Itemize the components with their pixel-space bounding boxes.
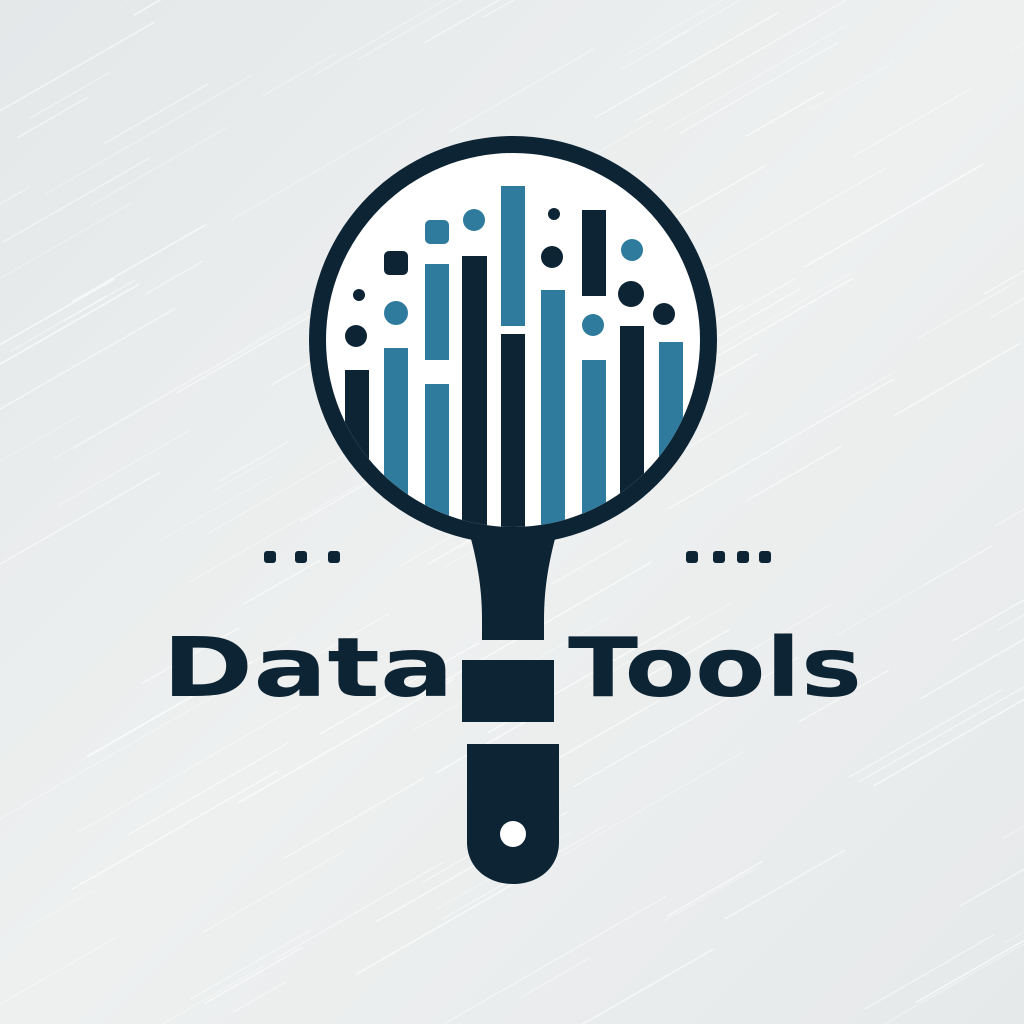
chart-bar [582,210,606,296]
wordmark-tools: Tools [568,621,862,716]
data-tools-logo: Data Tools [162,136,862,884]
chart-dot [582,314,604,336]
left-dots [264,551,340,563]
left-dot [295,551,307,563]
handle-hole [500,821,526,847]
logo-canvas: Data Tools [0,0,1024,1024]
chart-dot [548,208,560,220]
chart-bar [541,290,565,527]
chart-bar [425,264,449,360]
magnifying-glass-bar-chart-icon [309,136,717,884]
chart-dot [463,209,485,231]
chart-square [425,220,449,244]
chart-dot [618,281,644,307]
glass-neck [470,535,556,640]
glass-handle [467,744,559,884]
chart-dot [345,325,367,347]
right-dot [713,551,725,563]
right-dot [759,551,771,563]
right-dots [686,551,771,563]
left-dot [264,551,276,563]
right-dot [686,551,698,563]
chart-dot [353,289,365,301]
chart-square [384,251,408,275]
wordmark-data: Data [162,621,454,716]
handle-collar [462,660,554,722]
chart-dot [653,303,675,325]
chart-bar [501,334,525,527]
chart-dot [621,239,643,261]
chart-bar [501,186,525,326]
left-dot [328,551,340,563]
chart-dot [384,301,408,325]
chart-bar [462,256,487,527]
chart-dot [541,246,563,268]
right-dot [737,551,749,563]
